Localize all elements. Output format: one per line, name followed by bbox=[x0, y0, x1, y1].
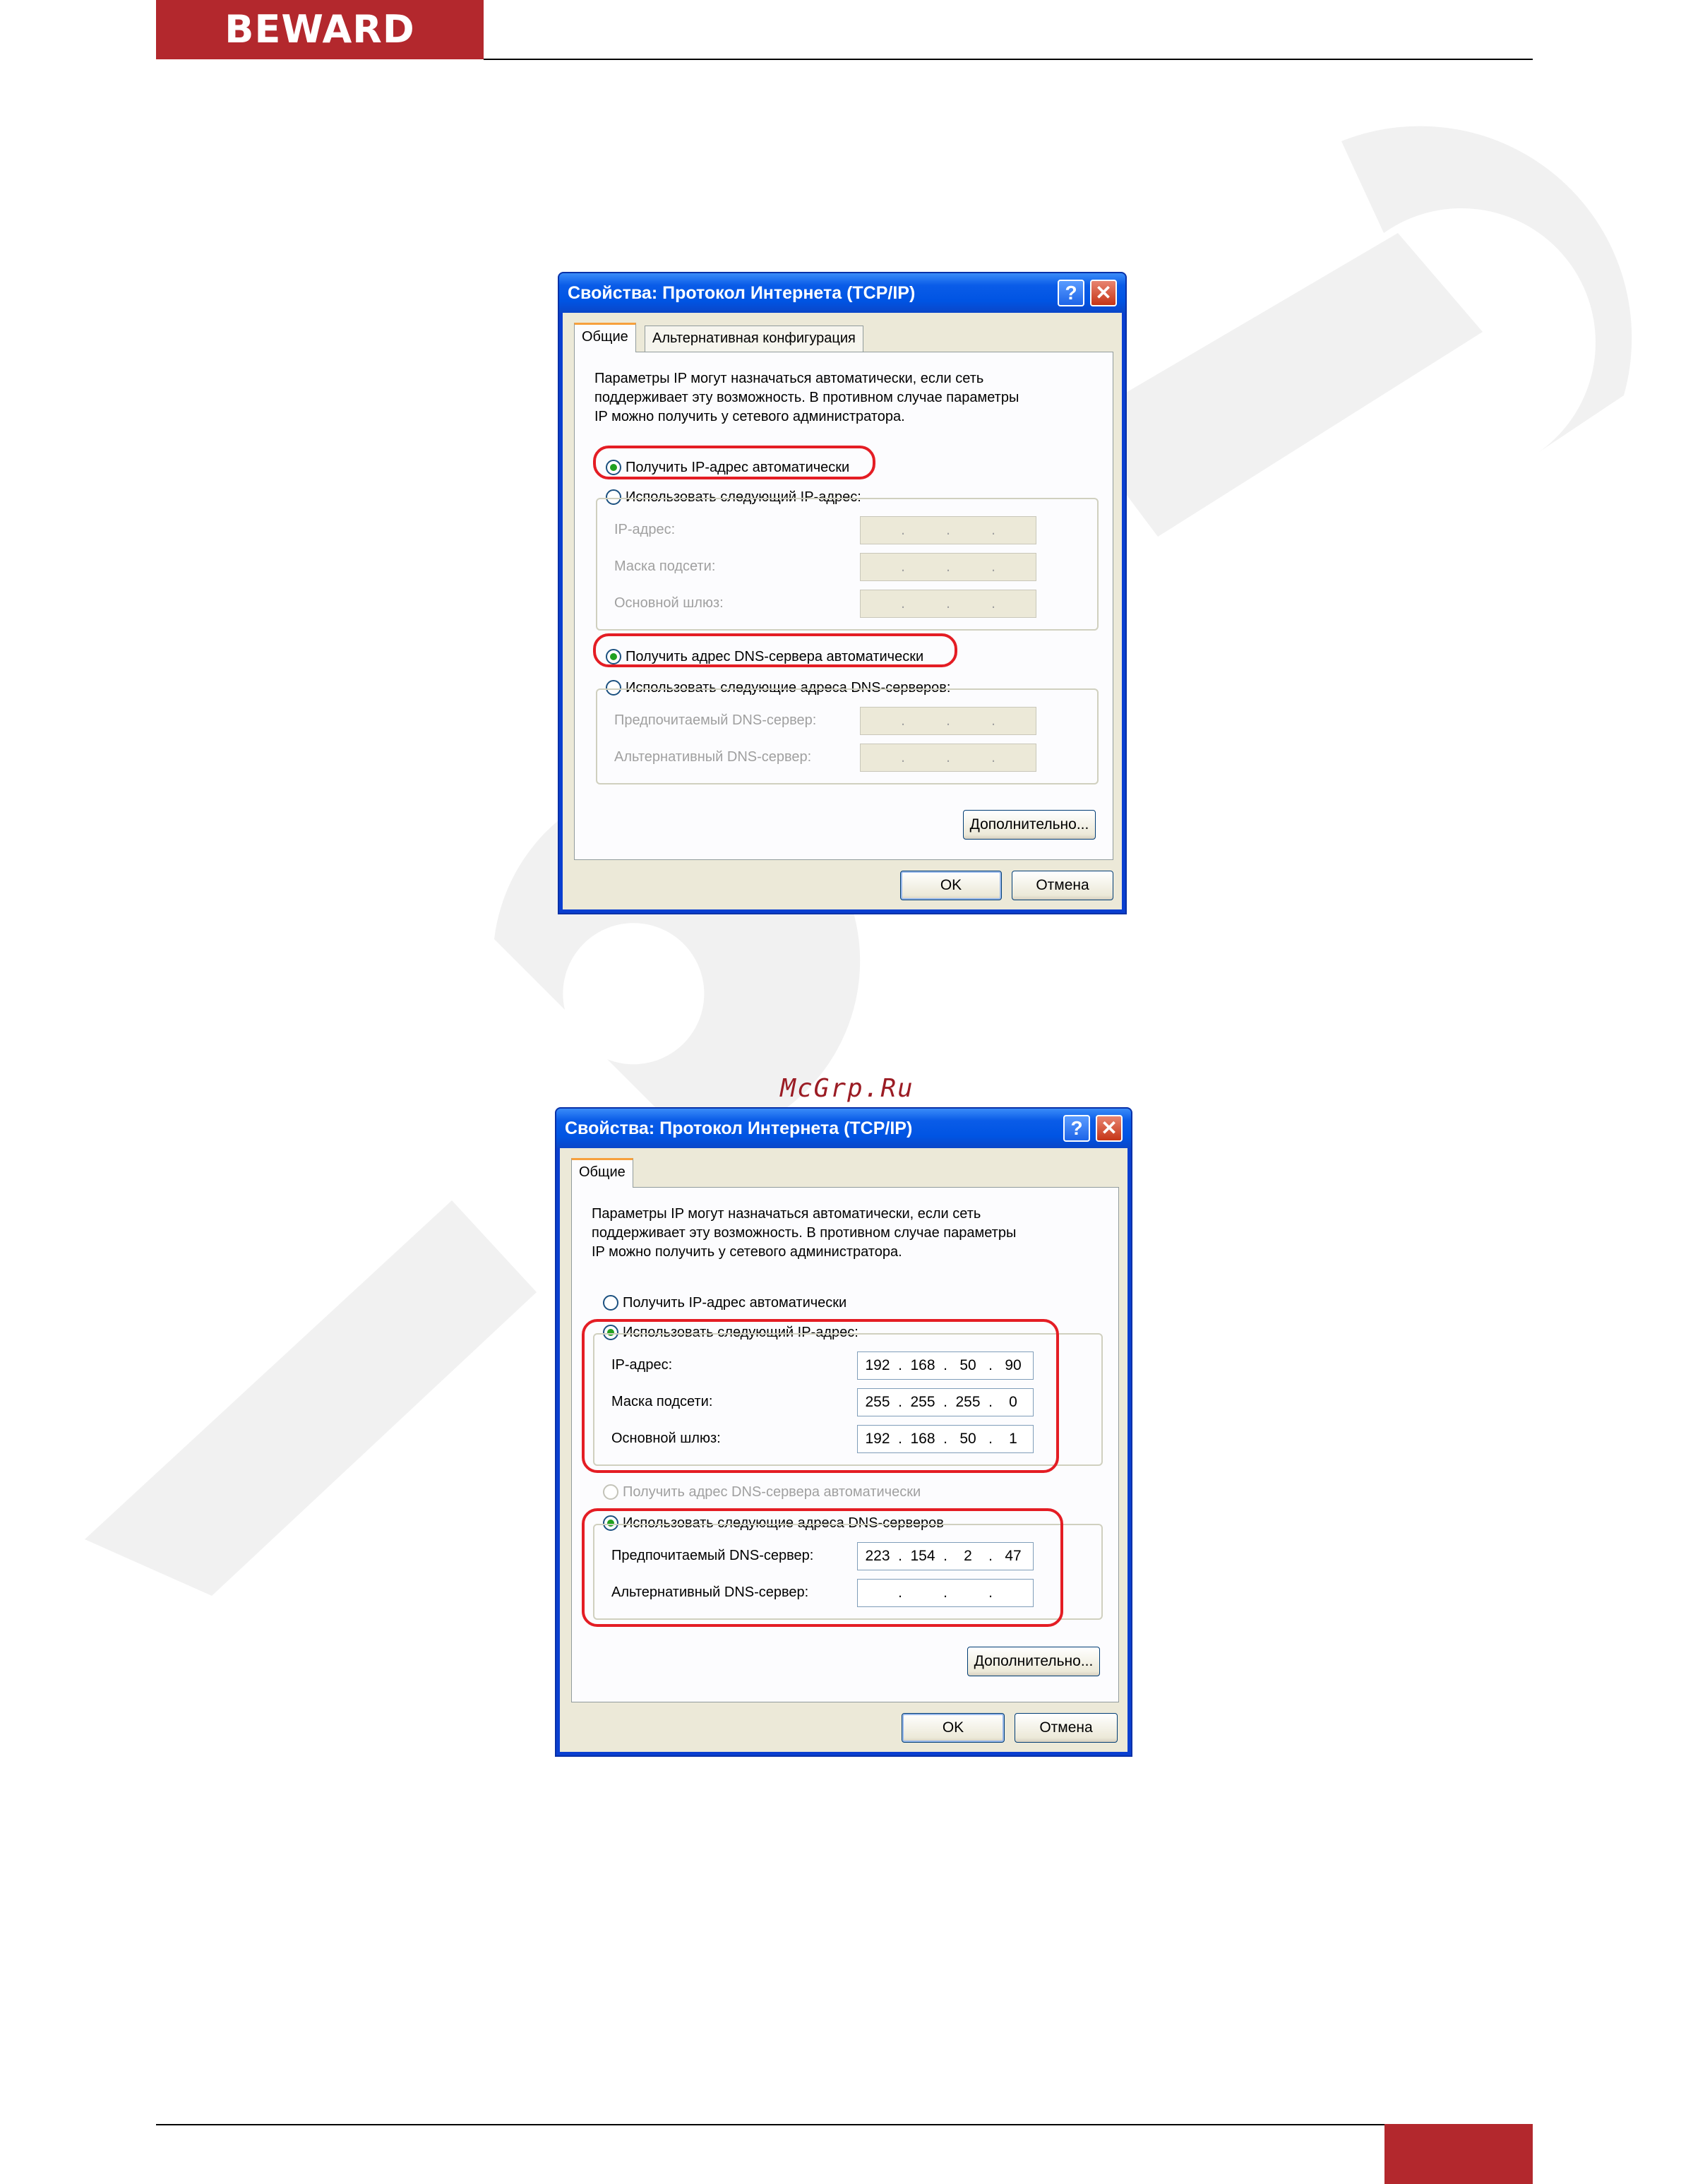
mask-input[interactable]: ... bbox=[860, 553, 1036, 581]
radio-dns-auto[interactable]: Получить адрес DNS-сервера автоматически bbox=[603, 1483, 921, 1501]
dialog-titlebar[interactable]: Свойства: Протокол Интернета (TCP/IP) ? … bbox=[559, 273, 1125, 313]
site-watermark: McGrp.Ru bbox=[780, 1074, 914, 1103]
dns-alternate-input[interactable]: ... bbox=[860, 744, 1036, 772]
radio-ip-auto[interactable]: Получить IP-адрес автоматически bbox=[603, 1294, 847, 1312]
dns-preferred-input[interactable]: ... bbox=[860, 707, 1036, 735]
footer-brand-block bbox=[1384, 2124, 1533, 2184]
dialog-titlebar[interactable]: Свойства: Протокол Интернета (TCP/IP) ? … bbox=[556, 1109, 1131, 1148]
tab-general[interactable]: Общие bbox=[574, 323, 636, 352]
intro-text: Параметры IP могут назначаться автоматич… bbox=[592, 1206, 1017, 1260]
close-icon[interactable]: ✕ bbox=[1090, 280, 1117, 306]
ok-button[interactable]: OK bbox=[902, 1713, 1005, 1743]
brand-logo: BEWARD bbox=[225, 7, 415, 52]
highlight-dns-auto bbox=[593, 633, 957, 667]
help-icon[interactable]: ? bbox=[1063, 1115, 1090, 1142]
ip-input[interactable]: ... bbox=[860, 516, 1036, 544]
cancel-button[interactable]: Отмена bbox=[1012, 871, 1113, 900]
footer-rule bbox=[156, 2124, 1401, 2125]
radio-unselected-icon bbox=[603, 1295, 618, 1311]
label-dns-alternate: Альтернативный DNS-сервер: bbox=[614, 749, 812, 765]
help-icon[interactable]: ? bbox=[1058, 280, 1084, 306]
dialog-client: Общие Альтернативная конфигурация Параме… bbox=[563, 313, 1122, 909]
radio-disabled-icon bbox=[603, 1484, 618, 1500]
highlight-ip-manual bbox=[582, 1319, 1059, 1473]
brand-logo-band: BEWARD bbox=[156, 0, 484, 59]
intro-text: Параметры IP могут назначаться автоматич… bbox=[594, 371, 1019, 424]
highlight-ip-auto bbox=[593, 446, 875, 479]
advanced-button[interactable]: Дополнительно... bbox=[963, 810, 1096, 840]
cancel-button[interactable]: Отмена bbox=[1015, 1713, 1118, 1743]
gateway-input[interactable]: ... bbox=[860, 590, 1036, 618]
ok-button[interactable]: OK bbox=[900, 871, 1002, 900]
close-icon[interactable]: ✕ bbox=[1096, 1115, 1123, 1142]
tab-alternate-config[interactable]: Альтернативная конфигурация bbox=[645, 326, 863, 352]
dialog-title: Свойства: Протокол Интернета (TCP/IP) bbox=[568, 283, 916, 303]
highlight-dns-manual bbox=[582, 1508, 1063, 1627]
tcpip-dialog-manual: Свойства: Протокол Интернета (TCP/IP) ? … bbox=[555, 1107, 1132, 1757]
header-rule bbox=[484, 59, 1533, 60]
label-mask: Маска подсети: bbox=[614, 559, 716, 574]
label-ip: IP-адрес: bbox=[614, 522, 676, 537]
label-gateway: Основной шлюз: bbox=[614, 595, 724, 611]
dialog-title: Свойства: Протокол Интернета (TCP/IP) bbox=[565, 1118, 913, 1138]
label-dns-preferred: Предпочитаемый DNS-сервер: bbox=[614, 712, 817, 728]
tab-general[interactable]: Общие bbox=[571, 1158, 633, 1188]
advanced-button[interactable]: Дополнительно... bbox=[967, 1647, 1100, 1676]
tab-panel: Параметры IP могут назначаться автоматич… bbox=[574, 352, 1113, 860]
tcpip-dialog-auto: Свойства: Протокол Интернета (TCP/IP) ? … bbox=[558, 272, 1127, 914]
